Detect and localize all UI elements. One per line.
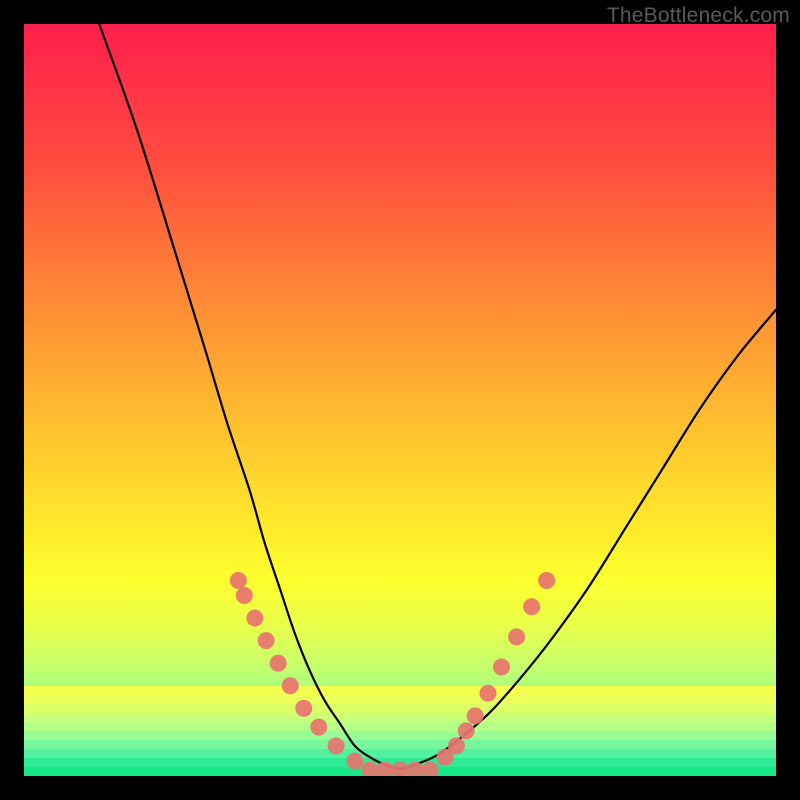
marker-dot: [361, 761, 378, 776]
marker-dot: [282, 677, 299, 694]
chart-svg: [24, 24, 776, 776]
marker-dot: [448, 737, 465, 754]
marker-dot: [236, 587, 253, 604]
marker-dot: [346, 752, 363, 769]
watermark-text: TheBottleneck.com: [607, 4, 790, 28]
marker-dot: [270, 655, 287, 672]
curve-markers: [230, 572, 555, 776]
marker-dot: [295, 700, 312, 717]
marker-dot: [422, 761, 439, 776]
gradient-background: [24, 24, 776, 776]
marker-dot: [230, 572, 247, 589]
marker-dot: [458, 722, 475, 739]
marker-dot: [467, 707, 484, 724]
marker-dot: [493, 658, 510, 675]
chart-frame: [24, 24, 776, 776]
marker-dot: [508, 628, 525, 645]
marker-dot: [538, 572, 555, 589]
marker-dot: [479, 685, 496, 702]
marker-dot: [392, 761, 409, 776]
marker-dot: [523, 598, 540, 615]
marker-dot: [258, 632, 275, 649]
marker-dot: [376, 761, 393, 776]
marker-dot: [310, 719, 327, 736]
marker-dot: [246, 610, 263, 627]
bottleneck-curve: [99, 24, 776, 768]
marker-dot: [328, 737, 345, 754]
